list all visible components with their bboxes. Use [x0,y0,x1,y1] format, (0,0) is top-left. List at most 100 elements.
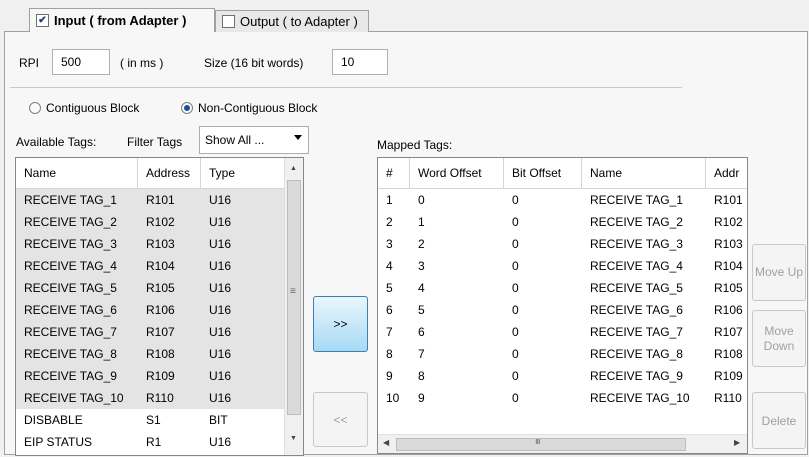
table-row[interactable]: RECEIVE TAG_3 R103 U16 [16,233,284,255]
cell-number: 8 [386,347,393,361]
checkbox-icon[interactable] [222,15,235,28]
mapped-tags-header: # Word Offset Bit Offset Name Addr [378,158,747,189]
cell-type: BIT [209,413,228,427]
column-header-word-offset[interactable]: Word Offset [410,158,504,188]
mapped-tags-hscrollbar[interactable]: ◀ ııı ▶ [378,434,747,453]
table-row[interactable]: EIP STATUS R1 U16 [16,431,284,453]
separator [10,87,682,88]
cell-name: RECEIVE TAG_9 [590,369,683,383]
cell-bit-offset: 0 [512,259,519,273]
cell-address: R107 [146,325,175,339]
column-header-type[interactable]: Type [201,158,286,188]
cell-word-offset: 4 [418,281,425,295]
cell-word-offset: 5 [418,303,425,317]
table-row[interactable]: 6 5 0 RECEIVE TAG_6 R106 [378,299,747,321]
cell-name: RECEIVE TAG_10 [590,391,690,405]
cell-name: RECEIVE TAG_2 [24,215,117,229]
table-row[interactable]: RECEIVE TAG_8 R108 U16 [16,343,284,365]
table-row[interactable]: 4 3 0 RECEIVE TAG_4 R104 [378,255,747,277]
cell-bit-offset: 0 [512,347,519,361]
cell-number: 2 [386,215,393,229]
mapped-tags-grid[interactable]: # Word Offset Bit Offset Name Addr 1 0 0 RE… [377,157,748,454]
table-row[interactable]: RECEIVE TAG_5 R105 U16 [16,277,284,299]
table-row[interactable]: RECEIVE TAG_4 R104 U16 [16,255,284,277]
cell-address: R103 [714,237,743,251]
available-tags-header: Name Address Type [16,158,286,189]
cell-address: R106 [146,303,175,317]
scroll-down-icon[interactable]: ▼ [290,435,297,442]
table-row[interactable]: RECEIVE TAG_6 R106 U16 [16,299,284,321]
cell-number: 4 [386,259,393,273]
column-header-name[interactable]: Name [582,158,706,188]
cell-number: 10 [386,391,400,405]
table-row[interactable]: RECEIVE TAG_7 R107 U16 [16,321,284,343]
size-label: Size (16 bit words) [204,56,304,70]
cell-address: R110 [714,391,742,405]
table-row[interactable]: 1 0 0 RECEIVE TAG_1 R101 [378,189,747,211]
cell-name: RECEIVE TAG_7 [590,325,683,339]
available-tags-label: Available Tags: [16,135,97,149]
cell-word-offset: 6 [418,325,425,339]
column-header-address[interactable]: Addr [706,158,747,188]
scroll-thumb[interactable]: ≡ [287,180,301,415]
cell-address: R109 [714,369,743,383]
table-row[interactable]: 2 1 0 RECEIVE TAG_2 R102 [378,211,747,233]
add-button[interactable]: >> [313,296,368,352]
available-tags-scrollbar[interactable]: ▲ ≡ ▼ [284,158,303,455]
table-row[interactable]: RECEIVE TAG_2 R102 U16 [16,211,284,233]
cell-address: R107 [714,325,743,339]
size-input[interactable]: 10 [332,49,388,75]
tab-input[interactable]: ✔ Input ( from Adapter ) [29,8,215,32]
cell-bit-offset: 0 [512,237,519,251]
tab-output[interactable]: Output ( to Adapter ) [215,10,369,32]
cell-address: R105 [146,281,175,295]
scroll-thumb[interactable]: ııı [396,436,686,451]
cell-type: U16 [209,325,232,339]
table-row[interactable]: 9 8 0 RECEIVE TAG_9 R109 [378,365,747,387]
cell-name: RECEIVE TAG_9 [24,369,117,383]
radio-selected-icon[interactable] [181,102,193,114]
table-row[interactable]: 7 6 0 RECEIVE TAG_7 R107 [378,321,747,343]
cell-type: U16 [209,435,232,449]
available-tags-grid[interactable]: Name Address Type RECEIVE TAG_1 R101 U16 RE… [15,157,304,456]
cell-type: U16 [209,369,232,383]
radio-icon[interactable] [29,102,41,114]
column-header-bit-offset[interactable]: Bit Offset [504,158,582,188]
scroll-right-icon[interactable]: ▶ [734,438,740,447]
move-down-button[interactable]: Move Down [752,310,806,367]
table-row[interactable]: 5 4 0 RECEIVE TAG_5 R105 [378,277,747,299]
cell-name: RECEIVE TAG_5 [24,281,117,295]
scroll-up-icon[interactable]: ▲ [290,165,297,172]
move-up-button[interactable]: Move Up [752,244,806,301]
cell-name: RECEIVE TAG_2 [590,215,683,229]
radio-contiguous-label: Contiguous Block [46,101,140,115]
table-row[interactable]: 3 2 0 RECEIVE TAG_3 R103 [378,233,747,255]
delete-button[interactable]: Delete [752,392,806,449]
radio-contiguous[interactable]: Contiguous Block [29,101,139,115]
column-header-number[interactable]: # [378,158,410,188]
cell-address: R1 [146,435,162,449]
cell-name: RECEIVE TAG_8 [590,347,683,361]
rpi-input[interactable]: 500 [52,49,110,75]
cell-address: R103 [146,237,175,251]
table-row[interactable]: RECEIVE TAG_9 R109 U16 [16,365,284,387]
cell-number: 3 [386,237,393,251]
table-row[interactable]: RECEIVE TAG_10 R110 U16 [16,387,284,409]
cell-word-offset: 9 [418,391,425,405]
filter-tags-dropdown[interactable]: Show All ... [199,126,309,154]
column-header-name[interactable]: Name [16,158,138,188]
table-row[interactable]: 10 9 0 RECEIVE TAG_10 R110 [378,387,747,409]
cell-address: R101 [714,193,743,207]
table-row[interactable]: RECEIVE TAG_1 R101 U16 [16,189,284,211]
cell-name: RECEIVE TAG_10 [24,391,124,405]
scroll-left-icon[interactable]: ◀ [383,438,389,447]
cell-type: U16 [209,215,232,229]
column-header-address[interactable]: Address [138,158,201,188]
remove-button[interactable]: << [313,392,368,447]
table-row[interactable]: 8 7 0 RECEIVE TAG_8 R108 [378,343,747,365]
cell-address: R104 [146,259,175,273]
cell-word-offset: 2 [418,237,425,251]
table-row[interactable]: DISBABLE S1 BIT [16,409,284,431]
checkbox-icon[interactable]: ✔ [36,14,49,27]
radio-non-contiguous[interactable]: Non-Contiguous Block [181,101,317,115]
